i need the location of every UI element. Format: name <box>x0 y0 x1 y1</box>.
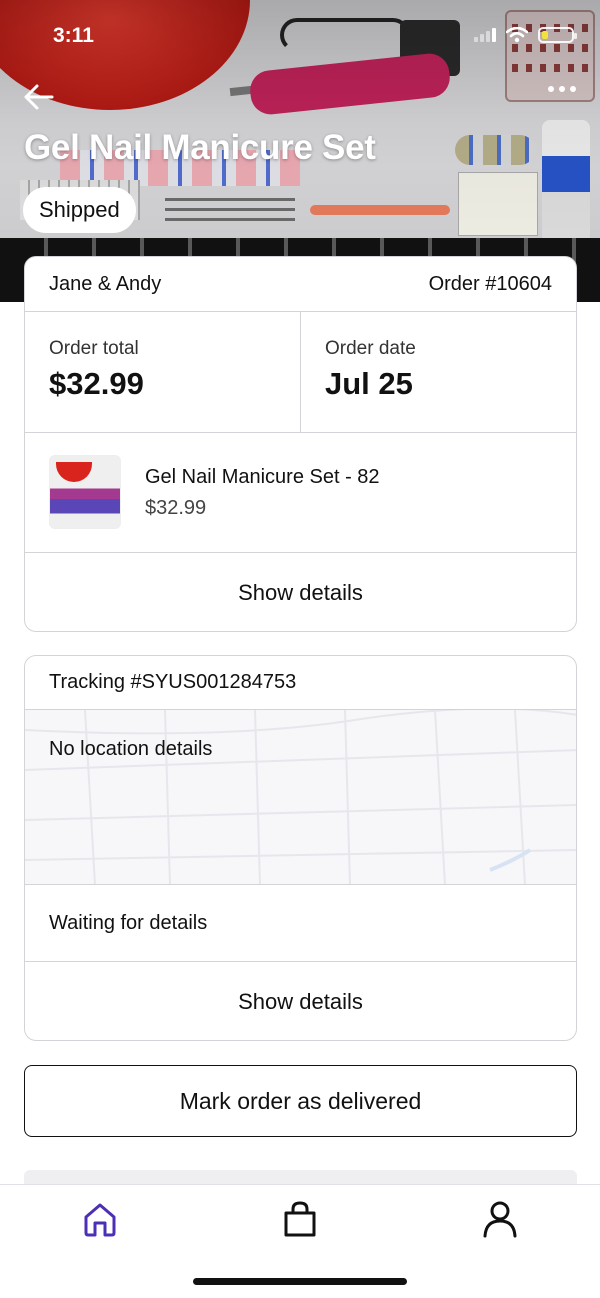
map-message: No location details <box>49 738 213 760</box>
order-total: Order total $32.99 <box>25 312 300 432</box>
more-options-icon[interactable] <box>548 86 576 92</box>
map-background <box>25 710 576 884</box>
profile-icon[interactable] <box>480 1199 520 1239</box>
product-thumbnail <box>49 455 121 529</box>
order-header: Jane & Andy Order #10604 <box>25 257 576 312</box>
wifi-icon <box>506 27 528 43</box>
show-tracking-details-button[interactable]: Show details <box>25 962 576 1040</box>
order-summary-card: Jane & Andy Order #10604 Order total $32… <box>24 256 577 632</box>
product-line-item[interactable]: Gel Nail Manicure Set - 82 $32.99 <box>25 433 576 553</box>
cellular-signal-icon <box>474 28 496 42</box>
order-total-value: $32.99 <box>49 366 144 401</box>
product-price: $32.99 <box>145 497 207 519</box>
tracking-number: Tracking #SYUS001284753 <box>25 656 576 710</box>
status-badge: Shipped <box>23 187 136 233</box>
order-date-label: Order date <box>325 338 416 359</box>
show-order-details-button[interactable]: Show details <box>25 553 576 631</box>
battery-icon <box>538 27 577 43</box>
order-total-label: Order total <box>49 338 139 359</box>
tracking-map: No location details <box>25 710 576 885</box>
customer-name: Jane & Andy <box>49 272 162 295</box>
home-indicator <box>193 1278 407 1285</box>
status-time: 3:11 <box>53 24 94 47</box>
status-icons <box>474 27 577 43</box>
tracking-card: Tracking #SYUS001284753 No location deta… <box>24 655 577 1041</box>
order-number: Order #10604 <box>428 272 552 295</box>
order-stats: Order total $32.99 Order date Jul 25 <box>25 312 576 433</box>
shopping-bag-icon[interactable] <box>280 1199 320 1239</box>
product-name: Gel Nail Manicure Set - 82 <box>145 466 380 488</box>
order-date: Order date Jul 25 <box>300 312 576 432</box>
page-title: Gel Nail Manicure Set <box>24 128 376 167</box>
mark-delivered-button[interactable]: Mark order as delivered <box>24 1065 577 1137</box>
tracking-status: Waiting for details <box>25 885 576 962</box>
order-date-value: Jul 25 <box>325 366 413 401</box>
back-arrow-icon[interactable] <box>22 80 56 114</box>
home-icon[interactable] <box>80 1199 120 1239</box>
